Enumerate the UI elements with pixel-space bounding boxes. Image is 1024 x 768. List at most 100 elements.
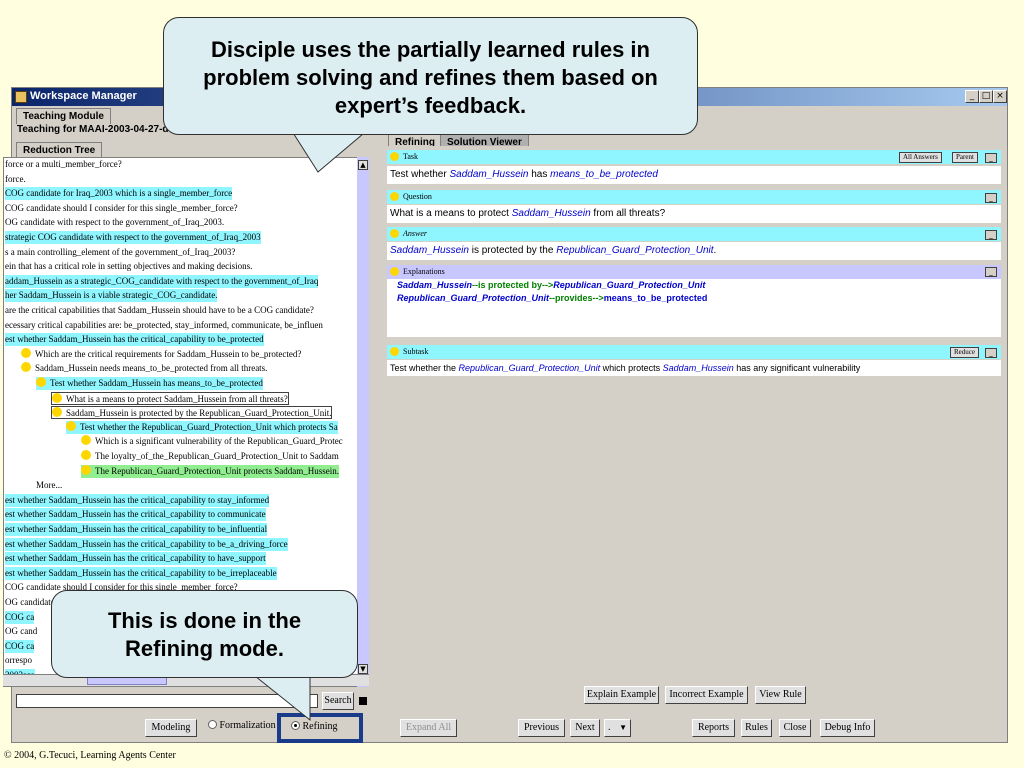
expand-all-button[interactable]: Expand All bbox=[400, 719, 457, 737]
tree-node-label: COG ca bbox=[5, 640, 35, 651]
tree-node-label: strategic COG candidate with respect to … bbox=[5, 232, 261, 242]
reports-button[interactable]: Reports bbox=[692, 719, 735, 737]
node-bulb-icon bbox=[52, 392, 62, 403]
tree-node[interactable]: est whether Saddam_Hussein has the criti… bbox=[5, 552, 266, 566]
tree-node[interactable]: orrespo bbox=[5, 654, 32, 667]
maximize-button[interactable]: □ bbox=[979, 90, 993, 103]
tree-node[interactable]: strategic COG candidate with respect to … bbox=[5, 231, 261, 244]
tree-node[interactable]: Test whether the Republican_Guard_Protec… bbox=[66, 420, 338, 434]
close-window-button[interactable]: × bbox=[993, 90, 1007, 103]
tab-teaching-module[interactable]: Teaching Module bbox=[16, 108, 111, 124]
bottom-callout: This is done in the Refining mode. bbox=[51, 590, 358, 678]
formalization-radio-icon[interactable] bbox=[208, 720, 217, 729]
tree-node-label: Saddam_Hussein needs means_to_be_protect… bbox=[35, 363, 268, 374]
tree-node[interactable]: ein that has a critical role in setting … bbox=[5, 260, 252, 273]
tree-node[interactable]: COG candidate should I consider for this… bbox=[5, 202, 238, 215]
stop-icon[interactable] bbox=[359, 697, 367, 705]
debug-info-button[interactable]: Debug Info bbox=[820, 719, 875, 737]
tree-node[interactable]: est whether Saddam_Hussein has the criti… bbox=[5, 508, 266, 522]
scroll-up-arrow-icon[interactable]: ▲ bbox=[358, 160, 368, 170]
tree-node[interactable]: her Saddam_Hussein is a viable strategic… bbox=[5, 289, 218, 303]
tree-node[interactable]: est whether Saddam_Hussein has the criti… bbox=[5, 493, 270, 507]
node-bulb-icon bbox=[21, 347, 31, 358]
question-text: What is a means to protect Saddam_Hussei… bbox=[387, 205, 1001, 223]
rules-button[interactable]: Rules bbox=[741, 719, 772, 737]
tree-node[interactable]: force or a multi_member_force? bbox=[5, 158, 122, 171]
task-text: Test whether Saddam_Hussein has means_to… bbox=[387, 166, 1001, 184]
explanation-line-2[interactable]: Republican_Guard_Protection_Unit--provid… bbox=[397, 292, 1001, 305]
tree-node[interactable]: COG candidate for Iraq_2003 which is a s… bbox=[5, 187, 233, 201]
incorrect-example-button[interactable]: Incorrect Example bbox=[665, 686, 748, 704]
refining-radio[interactable]: Refining bbox=[291, 721, 338, 732]
subtask-minimize-button[interactable]: _ bbox=[985, 348, 997, 358]
tree-node-label: Saddam_Hussein is protected by the Repub… bbox=[66, 408, 332, 419]
tree-node[interactable]: Which is a significant vulnerability of … bbox=[81, 435, 343, 448]
subtask-text: Test whether the Republican_Guard_Protec… bbox=[387, 360, 1001, 376]
tree-node[interactable]: The loyalty_of_the_Republican_Guard_Prot… bbox=[81, 450, 339, 463]
tree-node-label: COG candidate should I consider for this… bbox=[5, 202, 238, 213]
tree-node[interactable]: COG ca bbox=[5, 639, 35, 653]
tree-node[interactable]: est whether Saddam_Hussein has the criti… bbox=[5, 523, 268, 536]
tree-node-label: est whether Saddam_Hussein has the criti… bbox=[5, 538, 288, 549]
minimize-button[interactable]: _ bbox=[965, 90, 979, 103]
tree-node[interactable]: ecessary critical capabilities are: be_p… bbox=[5, 319, 323, 332]
all-answers-button[interactable]: All Answers bbox=[899, 152, 942, 163]
tab-refining[interactable]: Refining bbox=[388, 134, 442, 146]
tree-node[interactable]: What is a means to protect Saddam_Hussei… bbox=[51, 391, 289, 405]
tree-node[interactable]: Test whether Saddam_Hussein has means_to… bbox=[36, 377, 263, 390]
tree-node-label: est whether Saddam_Hussein has the criti… bbox=[5, 524, 268, 534]
refining-radio-selected-icon[interactable] bbox=[291, 721, 300, 730]
tree-node-label: ecessary critical capabilities are: be_p… bbox=[5, 319, 323, 330]
formalization-radio[interactable]: Formalization bbox=[208, 720, 276, 731]
tree-node[interactable]: force. bbox=[5, 173, 26, 186]
reduce-button[interactable]: Reduce bbox=[950, 347, 979, 358]
tree-node-label: est whether Saddam_Hussein has the criti… bbox=[5, 509, 266, 520]
dropdown-arrow-icon: ▼ bbox=[619, 723, 627, 732]
search-input[interactable] bbox=[16, 694, 318, 708]
scroll-down-arrow-icon[interactable]: ▼ bbox=[358, 664, 368, 674]
tree-node[interactable]: Saddam_Hussein needs means_to_be_protect… bbox=[21, 362, 267, 375]
question-header: Question bbox=[387, 190, 1001, 204]
explanation-line-1[interactable]: Saddam_Hussein--is protected by-->Republ… bbox=[397, 279, 1001, 292]
tree-node[interactable]: are the critical capabilities that Sadda… bbox=[5, 304, 314, 317]
explain-example-button[interactable]: Explain Example bbox=[584, 686, 659, 704]
close-button[interactable]: Close bbox=[779, 719, 811, 737]
tree-node[interactable]: Saddam_Hussein is protected by the Repub… bbox=[51, 406, 333, 420]
tree-node-label: COG ca bbox=[5, 611, 35, 622]
explanations-minimize-button[interactable]: _ bbox=[985, 267, 997, 277]
tree-node[interactable]: The Republican_Guard_Protection_Unit pro… bbox=[81, 464, 339, 478]
explanations-header: Explanations bbox=[387, 265, 1001, 279]
tree-node[interactable]: Which are the critical requirements for … bbox=[21, 347, 301, 361]
tree-node-label: orrespo bbox=[5, 655, 32, 666]
tree-vertical-scrollbar[interactable] bbox=[357, 157, 369, 687]
task-bulb-icon bbox=[390, 152, 399, 161]
tree-node[interactable]: est whether Saddam_Hussein has the criti… bbox=[5, 566, 277, 580]
tree-node[interactable]: More... bbox=[36, 479, 62, 492]
top-callout: Disciple uses the partially learned rule… bbox=[163, 17, 698, 135]
subtask-bulb-icon bbox=[390, 347, 399, 356]
parent-button[interactable]: Parent bbox=[952, 152, 978, 163]
view-rule-button[interactable]: View Rule bbox=[755, 686, 806, 704]
answer-minimize-button[interactable]: _ bbox=[985, 230, 997, 240]
next-button[interactable]: Next bbox=[570, 719, 600, 737]
tree-node-label: Test whether Saddam_Hussein has means_to… bbox=[50, 378, 263, 388]
tree-node[interactable]: s a main controlling_element of the gove… bbox=[5, 246, 235, 259]
task-minimize-button[interactable]: _ bbox=[985, 153, 997, 163]
history-dropdown[interactable]: . ▼ bbox=[604, 719, 631, 737]
explanations-text: Saddam_Hussein--is protected by-->Republ… bbox=[387, 279, 1001, 337]
previous-button[interactable]: Previous bbox=[518, 719, 565, 737]
tree-node[interactable]: OG cand bbox=[5, 625, 37, 638]
node-bulb-icon bbox=[66, 420, 76, 431]
tab-reduction-tree[interactable]: Reduction Tree bbox=[16, 142, 103, 158]
node-bulb-icon bbox=[81, 435, 91, 446]
tree-node-label: More... bbox=[36, 480, 63, 491]
tree-node[interactable]: OG candidate with respect to the governm… bbox=[5, 216, 224, 229]
search-button[interactable]: Search bbox=[322, 692, 354, 710]
modeling-button[interactable]: Modeling bbox=[145, 719, 197, 737]
tree-node[interactable]: est whether Saddam_Hussein has the criti… bbox=[5, 333, 264, 347]
tree-node[interactable]: est whether Saddam_Hussein has the criti… bbox=[5, 537, 288, 551]
tree-node[interactable]: COG ca bbox=[5, 610, 35, 624]
tab-solution-viewer[interactable]: Solution Viewer bbox=[440, 134, 529, 146]
tree-node[interactable]: addam_Hussein as a strategic_COG_candida… bbox=[5, 274, 319, 288]
question-minimize-button[interactable]: _ bbox=[985, 193, 997, 203]
